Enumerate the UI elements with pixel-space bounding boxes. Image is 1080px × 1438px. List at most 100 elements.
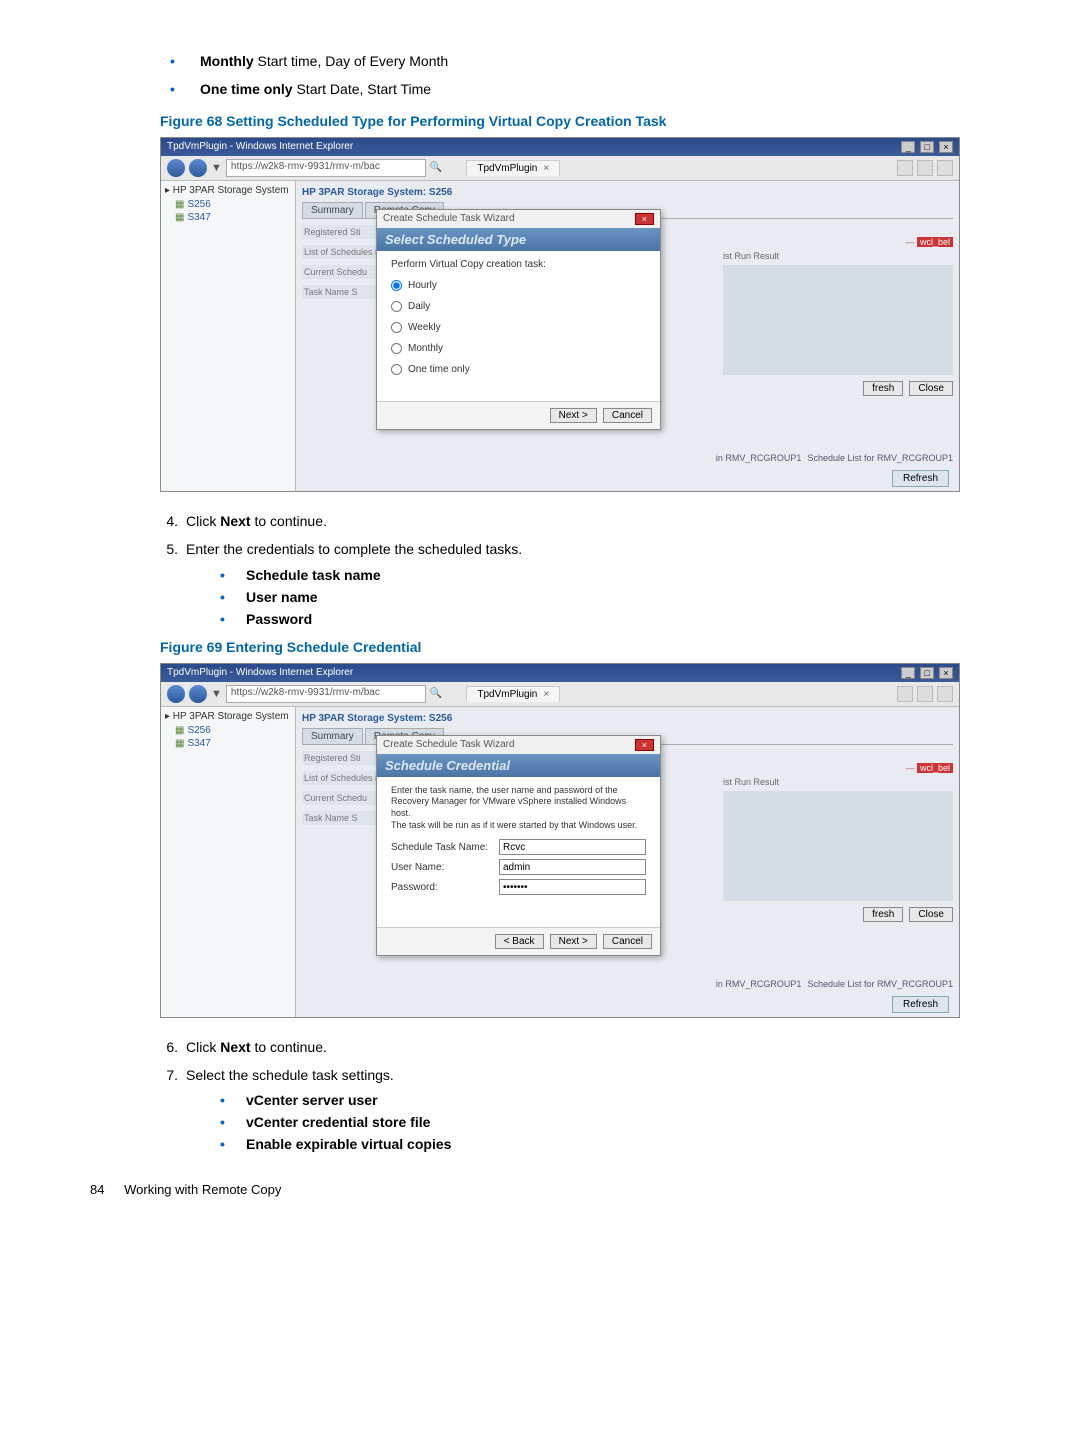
- minimize-icon[interactable]: _: [901, 667, 915, 679]
- link-rcgroup[interactable]: in RMV_RCGROUP1: [716, 453, 802, 463]
- result-box: [723, 791, 953, 901]
- radio-label: One time only: [408, 364, 470, 375]
- favorites-icon[interactable]: [917, 686, 933, 702]
- tools-icon[interactable]: [937, 686, 953, 702]
- wizard-close-icon[interactable]: ×: [635, 213, 654, 225]
- wizard-close-icon[interactable]: ×: [635, 739, 654, 751]
- next-button[interactable]: Next >: [550, 934, 597, 949]
- refresh-button[interactable]: Refresh: [892, 470, 949, 487]
- tab-label: TpdVmPlugin: [477, 689, 537, 700]
- sidebar-item-s256[interactable]: ▦S256: [175, 199, 291, 210]
- step-text: Enter the credentials to complete the sc…: [186, 538, 990, 560]
- ie-window-title: TpdVmPlugin - Windows Internet Explorer: [167, 667, 353, 678]
- result-box: [723, 265, 953, 375]
- forward-icon[interactable]: [189, 159, 207, 177]
- bottom-links: in RMV_RCGROUP1 Schedule List for RMV_RC…: [716, 453, 953, 463]
- user-name-input[interactable]: [499, 859, 646, 875]
- step-number: 7.: [160, 1064, 186, 1086]
- radio-weekly[interactable]: [391, 322, 402, 333]
- link-rcgroup[interactable]: in RMV_RCGROUP1: [716, 979, 802, 989]
- step5-bullets: Schedule task name User name Password: [220, 567, 990, 627]
- footer-section: Working with Remote Copy: [124, 1182, 281, 1197]
- back-button[interactable]: < Back: [495, 934, 544, 949]
- refresh-button[interactable]: Refresh: [892, 996, 949, 1013]
- fresh-button[interactable]: fresh: [863, 381, 903, 396]
- tab-summary[interactable]: Summary: [302, 202, 363, 218]
- bottom-links: in RMV_RCGROUP1 Schedule List for RMV_RC…: [716, 979, 953, 989]
- radio-label: Weekly: [408, 322, 441, 333]
- sidebar-root[interactable]: ▸ HP 3PAR Storage System: [165, 185, 291, 196]
- tab-close-icon[interactable]: ×: [543, 163, 549, 174]
- link-schedule-list[interactable]: Schedule List for RMV_RCGROUP1: [807, 453, 953, 463]
- radio-daily[interactable]: [391, 301, 402, 312]
- storage-system-header: HP 3PAR Storage System: S256: [302, 187, 953, 198]
- cancel-button[interactable]: Cancel: [603, 934, 652, 949]
- back-icon[interactable]: [167, 159, 185, 177]
- password-label: Password:: [391, 882, 491, 893]
- close-button[interactable]: Close: [909, 907, 953, 922]
- back-icon[interactable]: [167, 685, 185, 703]
- sidebar-item-s347[interactable]: ▦S347: [175, 738, 291, 749]
- intro-bullet-list: Monthly Start time, Day of Every Month O…: [170, 50, 990, 101]
- radio-monthly[interactable]: [391, 343, 402, 354]
- favorites-icon[interactable]: [917, 160, 933, 176]
- task-name-input[interactable]: [499, 839, 646, 855]
- forward-icon[interactable]: [189, 685, 207, 703]
- figure-69-screenshot: TpdVmPlugin - Windows Internet Explorer …: [160, 663, 960, 1018]
- browser-tab[interactable]: TpdVmPlugin ×: [466, 686, 560, 702]
- home-icon[interactable]: [897, 686, 913, 702]
- column-header: ist Run Result: [723, 251, 953, 261]
- radio-label: Monthly: [408, 343, 443, 354]
- main-area: HP 3PAR Storage System: S256 Summary Rem…: [296, 181, 959, 491]
- link-schedule-list[interactable]: Schedule List for RMV_RCGROUP1: [807, 979, 953, 989]
- figure-69-title: Figure 69 Entering Schedule Credential: [160, 639, 990, 655]
- sidebar-item-s347[interactable]: ▦S347: [175, 212, 291, 223]
- step-number: 5.: [160, 538, 186, 560]
- close-icon[interactable]: ×: [939, 667, 953, 679]
- bullet-bold: One time only: [200, 81, 293, 97]
- storage-icon: ▦: [175, 212, 184, 223]
- wizard-subhead: Perform Virtual Copy creation task:: [391, 259, 646, 270]
- intro-bullet: One time only Start Date, Start Time: [170, 78, 990, 100]
- maximize-icon[interactable]: □: [920, 141, 934, 153]
- page-number: 84: [90, 1182, 104, 1197]
- wizard-desc: Recovery Manager for VMware vSphere inst…: [391, 796, 646, 819]
- address-input[interactable]: https://w2k8-rmv-9931/rmv-m/bac: [226, 685, 426, 703]
- wizard-title-text: Create Schedule Task Wizard: [383, 739, 515, 750]
- radio-label: Hourly: [408, 280, 437, 291]
- next-button[interactable]: Next >: [550, 408, 597, 423]
- bullet-bold: Monthly: [200, 53, 254, 69]
- browser-tab[interactable]: TpdVmPlugin ×: [466, 160, 560, 176]
- sidebar-item-s256[interactable]: ▦S256: [175, 725, 291, 736]
- wizard-title-text: Create Schedule Task Wizard: [383, 213, 515, 224]
- tools-icon[interactable]: [937, 160, 953, 176]
- sidebar-root[interactable]: ▸ HP 3PAR Storage System: [165, 711, 291, 722]
- radio-hourly[interactable]: [391, 280, 402, 291]
- sub-bullet: vCenter credential store file: [220, 1114, 990, 1130]
- password-input[interactable]: [499, 879, 646, 895]
- radio-onetime[interactable]: [391, 364, 402, 375]
- cancel-button[interactable]: Cancel: [603, 408, 652, 423]
- maximize-icon[interactable]: □: [920, 667, 934, 679]
- tab-summary[interactable]: Summary: [302, 728, 363, 744]
- wizard-titlebar: Create Schedule Task Wizard ×: [377, 210, 660, 228]
- step-6: 6. Click Next to continue.: [160, 1036, 990, 1058]
- wizard-desc: The task will be run as if it were start…: [391, 820, 646, 832]
- minimize-icon[interactable]: _: [901, 141, 915, 153]
- step-number: 6.: [160, 1036, 186, 1058]
- ie-address-bar: ▼ https://w2k8-rmv-9931/rmv-m/bac 🔍 TpdV…: [161, 682, 959, 707]
- schedule-wizard-dialog: Create Schedule Task Wizard × Schedule C…: [376, 735, 661, 956]
- sub-bullet: Password: [220, 611, 990, 627]
- tab-close-icon[interactable]: ×: [543, 689, 549, 700]
- red-badge: wcl_bel: [917, 763, 953, 773]
- step-text: Select the schedule task settings.: [186, 1064, 990, 1086]
- home-icon[interactable]: [897, 160, 913, 176]
- fresh-button[interactable]: fresh: [863, 907, 903, 922]
- address-input[interactable]: https://w2k8-rmv-9931/rmv-m/bac: [226, 159, 426, 177]
- close-icon[interactable]: ×: [939, 141, 953, 153]
- user-name-label: User Name:: [391, 862, 491, 873]
- ie-titlebar: TpdVmPlugin - Windows Internet Explorer …: [161, 664, 959, 682]
- close-button[interactable]: Close: [909, 381, 953, 396]
- intro-bullet: Monthly Start time, Day of Every Month: [170, 50, 990, 72]
- storage-icon: ▦: [175, 199, 184, 210]
